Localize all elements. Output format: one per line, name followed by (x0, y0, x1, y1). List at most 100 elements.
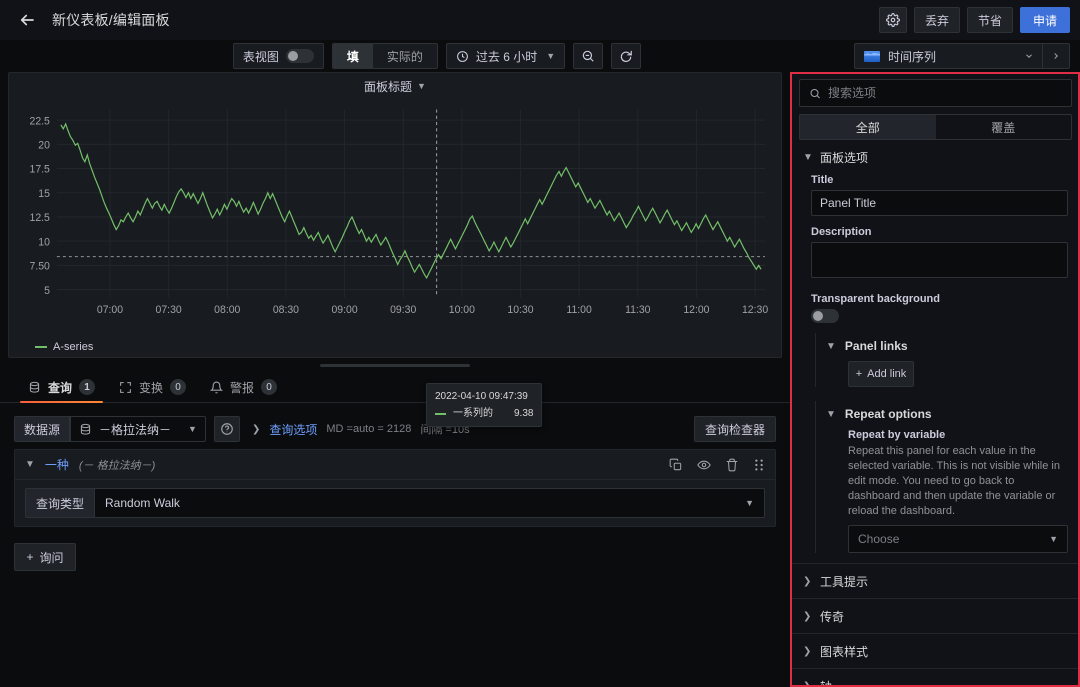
options-tabs: 全部 覆盖 (799, 114, 1072, 140)
tab-alert[interactable]: 警报 0 (198, 372, 289, 402)
discard-button[interactable]: 丢弃 (914, 7, 960, 33)
datasource-help-button[interactable] (214, 416, 240, 442)
panel-settings-button[interactable] (879, 7, 907, 33)
chart-area[interactable]: 57.501012.51517.52022.5 07:0007:3008:000… (9, 99, 781, 337)
tooltip-time: 2022-04-10 09:47:39 (435, 389, 533, 404)
tab-alert-label: 警报 (230, 379, 254, 396)
drag-handle-icon[interactable] (753, 458, 765, 472)
viz-picker-chevron[interactable] (1016, 51, 1042, 61)
table-view-toggle[interactable]: 表视图 (233, 43, 324, 69)
datasource-label: 数据源 (14, 416, 70, 442)
section-collapsed-header-0[interactable]: ❯ 工具提示 (791, 564, 1080, 598)
back-button[interactable] (14, 7, 40, 33)
repeat-by-variable-label: Repeat by variable (848, 429, 1068, 441)
time-range-label: 过去 6 小时 (476, 48, 537, 65)
tab-all-options[interactable]: 全部 (800, 115, 936, 139)
chevron-down-icon: ▼ (826, 409, 836, 420)
plus-icon: + (856, 368, 862, 380)
eye-icon[interactable] (697, 458, 711, 472)
visualization-picker[interactable]: 时间序列 (854, 43, 1070, 69)
options-search[interactable] (799, 79, 1072, 107)
fill-actual-segmented: 填 实际的 (332, 43, 438, 69)
transparent-background-toggle[interactable] (811, 309, 839, 323)
repeat-options-title: Repeat options (845, 407, 932, 421)
breadcrumb[interactable]: 新仪表板/编辑面板 (52, 10, 170, 30)
section-collapsed-header-2[interactable]: ❯图表样式 (791, 634, 1080, 668)
datasource-value: －格拉法纳－ (99, 421, 171, 438)
fill-option[interactable]: 填 (333, 44, 373, 68)
query-ref-id[interactable]: 一种 (45, 456, 69, 473)
apply-button[interactable]: 申请 (1020, 7, 1070, 33)
chart-y-axis-labels: 57.501012.51517.52022.5 (30, 115, 50, 297)
chevron-down-icon: ▼ (826, 341, 836, 352)
resize-grip (320, 364, 470, 367)
tooltip-series-row: 一系列的 9.38 (435, 406, 533, 421)
section-panel-options-header[interactable]: ▼ 面板选项 (791, 140, 1080, 174)
add-link-button[interactable]: + Add link (848, 361, 914, 387)
actual-option[interactable]: 实际的 (373, 44, 437, 68)
datasource-select[interactable]: －格拉法纳－ ▼ (70, 416, 206, 442)
panel-links-header[interactable]: ▼ Panel links (826, 333, 1068, 361)
panel-header[interactable]: 面板标题 ▼ (9, 73, 781, 99)
panel-editor: 新仪表板/编辑面板 丢弃 节省 申请 表视图 填 实际的 (0, 0, 1080, 687)
viz-picker-label-wrap[interactable]: 时间序列 (855, 48, 1016, 65)
time-series-chart[interactable]: 57.501012.51517.52022.5 07:0007:3008:000… (9, 99, 781, 337)
bell-icon (210, 381, 223, 394)
time-range-picker[interactable]: 过去 6 小时 ▼ (446, 43, 565, 69)
options-scroll-area[interactable]: ▼ 面板选项 Title Description Tran (791, 140, 1080, 687)
chart-x-axis-labels: 07:0007:3008:0008:3009:0009:3010:0010:30… (97, 304, 768, 316)
section-panel-options-body: Title Description Transparent background (791, 174, 1080, 563)
zoom-out-button[interactable] (573, 43, 603, 69)
section-collapsed-3: ❯轴 (791, 669, 1080, 687)
svg-text:22.5: 22.5 (30, 115, 50, 127)
copy-icon[interactable] (669, 458, 683, 472)
description-textarea[interactable] (811, 242, 1068, 278)
chevron-down-icon[interactable]: ▼ (25, 459, 35, 470)
table-view-switch[interactable] (286, 49, 314, 63)
title-input[interactable] (811, 190, 1068, 216)
panel-links-title: Panel links (845, 339, 908, 353)
chevron-down-icon: ▼ (546, 51, 555, 61)
tooltip-series-value: 9.38 (500, 406, 533, 421)
repeat-variable-select[interactable]: Choose ▼ (848, 525, 1068, 553)
query-type-select[interactable]: Random Walk ▼ (94, 488, 765, 518)
chevron-down-icon: ▼ (178, 424, 197, 434)
query-row-a: ▼ 一种 (－ 格拉法纳－) (14, 449, 776, 527)
query-row-body: 查询类型 Random Walk ▼ (15, 480, 775, 526)
add-query-button[interactable]: + 询问 (14, 543, 76, 571)
chevron-down-icon: ▼ (417, 81, 426, 91)
tab-queries[interactable]: 查询 1 (16, 372, 107, 402)
section-collapsed-0: ❯ 工具提示 (791, 564, 1080, 599)
section-collapsed-header-1[interactable]: ❯传奇 (791, 599, 1080, 633)
legend-series-label: A-series (53, 341, 93, 353)
svg-text:15: 15 (38, 188, 50, 200)
options-pane: 全部 覆盖 ▼ 面板选项 Title Descripti (790, 72, 1080, 687)
chevron-right-icon: ❯ (803, 576, 811, 587)
field-description: Description (811, 226, 1068, 283)
tab-overrides[interactable]: 覆盖 (936, 115, 1072, 139)
chart-legend[interactable]: A-series (9, 337, 781, 357)
query-inspector-button[interactable]: 查询检查器 (694, 416, 776, 442)
chevron-right-icon: ❯ (803, 611, 811, 622)
section-collapsed-title-0: 工具提示 (820, 573, 868, 590)
trash-icon[interactable] (725, 458, 739, 472)
add-query-label: 询问 (40, 549, 64, 566)
refresh-button[interactable] (611, 43, 641, 69)
save-button[interactable]: 节省 (967, 7, 1013, 33)
search-input[interactable] (828, 86, 1062, 100)
query-row-header[interactable]: ▼ 一种 (－ 格拉法纳－) (15, 450, 775, 480)
repeat-options-header[interactable]: ▼ Repeat options (826, 401, 1068, 429)
tab-transform[interactable]: 变换 0 (107, 372, 198, 402)
section-collapsed-header-3[interactable]: ❯轴 (791, 669, 1080, 687)
svg-text:09:30: 09:30 (390, 304, 416, 316)
section-collapsed-title-3: 轴 (820, 678, 832, 687)
tab-queries-badge: 1 (79, 379, 95, 395)
viz-picker-collapse[interactable] (1043, 51, 1069, 61)
query-options-label[interactable]: 查询选项 (269, 421, 317, 438)
viz-picker-label: 时间序列 (888, 48, 936, 65)
series-color-swatch (435, 413, 446, 415)
pane-resize-handle[interactable] (0, 358, 790, 372)
bottom-tabs: 查询 1 变换 0 警报 0 (0, 372, 790, 403)
database-icon (28, 381, 41, 394)
query-type-label: 查询类型 (25, 488, 94, 518)
